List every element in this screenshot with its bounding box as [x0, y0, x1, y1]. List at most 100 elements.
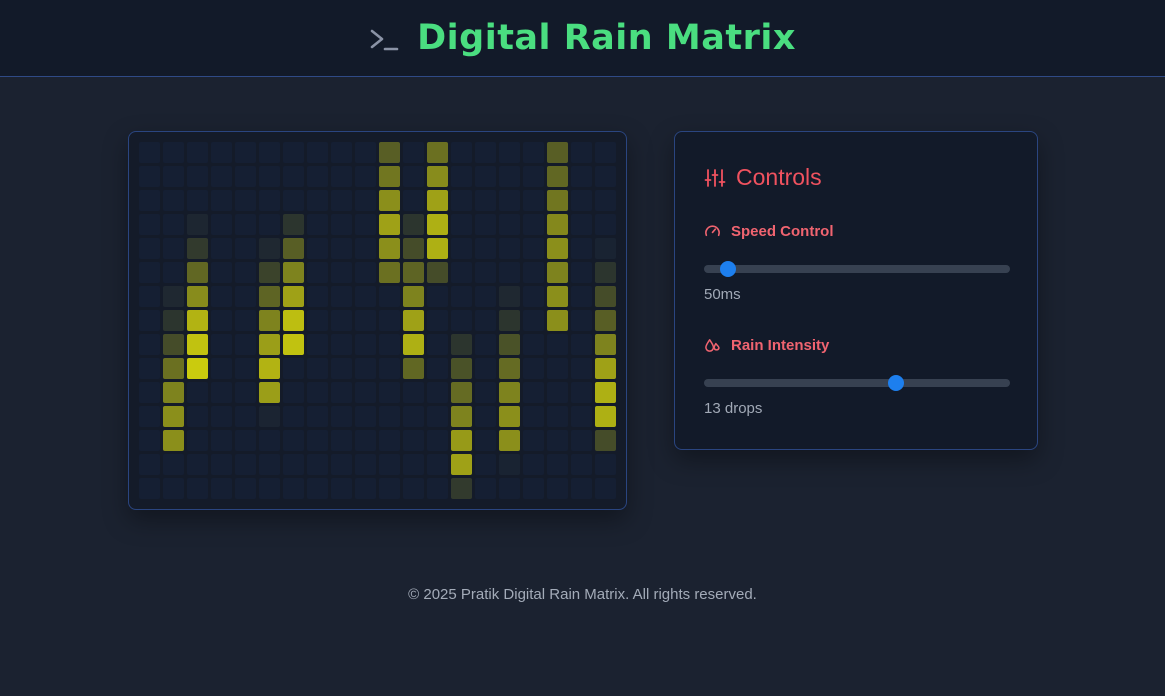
matrix-cell: [571, 214, 592, 235]
matrix-cell: [403, 166, 424, 187]
matrix-cell: [403, 190, 424, 211]
matrix-cell: [379, 478, 400, 499]
controls-title: Controls: [736, 164, 822, 190]
matrix-cell: [523, 454, 544, 475]
matrix-cell: [235, 286, 256, 307]
matrix-cell: [451, 286, 472, 307]
matrix-cell: [259, 382, 280, 403]
matrix-cell: [571, 262, 592, 283]
matrix-cell: [187, 358, 208, 379]
matrix-cell: [187, 478, 208, 499]
matrix-cell: [595, 286, 616, 307]
matrix-cell: [283, 334, 304, 355]
matrix-cell: [499, 286, 520, 307]
matrix-cell: [547, 454, 568, 475]
matrix-cell: [499, 454, 520, 475]
matrix-cell: [211, 262, 232, 283]
matrix-cell: [379, 286, 400, 307]
matrix-cell: [427, 310, 448, 331]
matrix-cell: [379, 358, 400, 379]
matrix-cell: [547, 310, 568, 331]
matrix-cell: [355, 190, 376, 211]
matrix-cell: [403, 382, 424, 403]
matrix-cell: [499, 478, 520, 499]
matrix-cell: [283, 238, 304, 259]
matrix-panel: [128, 131, 627, 510]
matrix-cell: [547, 478, 568, 499]
matrix-cell: [163, 478, 184, 499]
matrix-cell: [187, 430, 208, 451]
matrix-cell: [523, 382, 544, 403]
matrix-cell: [427, 454, 448, 475]
matrix-cell: [307, 334, 328, 355]
matrix-cell: [547, 190, 568, 211]
matrix-cell: [451, 262, 472, 283]
speed-slider-thumb[interactable]: [720, 261, 737, 277]
matrix-cell: [499, 310, 520, 331]
speed-slider[interactable]: [704, 261, 1010, 277]
matrix-cell: [403, 430, 424, 451]
matrix-cell: [355, 142, 376, 163]
matrix-cell: [595, 478, 616, 499]
matrix-cell: [259, 454, 280, 475]
matrix-cell: [235, 190, 256, 211]
matrix-cell: [499, 334, 520, 355]
matrix-cell: [571, 358, 592, 379]
matrix-cell: [235, 430, 256, 451]
matrix-cell: [163, 214, 184, 235]
matrix-cell: [355, 214, 376, 235]
rain-intensity-slider[interactable]: [704, 375, 1010, 391]
matrix-cell: [163, 454, 184, 475]
matrix-cell: [523, 166, 544, 187]
matrix-cell: [523, 142, 544, 163]
matrix-cell: [379, 406, 400, 427]
matrix-cell: [283, 214, 304, 235]
matrix-cell: [499, 406, 520, 427]
matrix-cell: [187, 454, 208, 475]
matrix-cell: [283, 286, 304, 307]
matrix-cell: [379, 190, 400, 211]
matrix-cell: [187, 142, 208, 163]
matrix-cell: [427, 214, 448, 235]
matrix-cell: [331, 382, 352, 403]
rain-intensity-value: 13 drops: [704, 400, 763, 417]
matrix-cell: [547, 406, 568, 427]
matrix-cell: [211, 358, 232, 379]
matrix-cell: [139, 190, 160, 211]
matrix-cell: [235, 334, 256, 355]
matrix-cell: [475, 166, 496, 187]
rain-intensity-slider-thumb[interactable]: [887, 375, 904, 391]
matrix-cell: [379, 262, 400, 283]
matrix-cell: [283, 406, 304, 427]
matrix-cell: [211, 310, 232, 331]
matrix-cell: [595, 166, 616, 187]
matrix-cell: [499, 358, 520, 379]
matrix-cell: [283, 142, 304, 163]
matrix-cell: [139, 334, 160, 355]
matrix-cell: [547, 358, 568, 379]
matrix-cell: [211, 334, 232, 355]
matrix-cell: [379, 166, 400, 187]
matrix-cell: [139, 310, 160, 331]
matrix-cell: [139, 142, 160, 163]
matrix-cell: [523, 406, 544, 427]
matrix-cell: [499, 142, 520, 163]
matrix-cell: [427, 166, 448, 187]
controls-panel: Controls Speed Control 50ms Rain Intensi…: [674, 131, 1038, 450]
matrix-cell: [139, 166, 160, 187]
matrix-cell: [163, 358, 184, 379]
matrix-cell: [187, 310, 208, 331]
matrix-cell: [427, 358, 448, 379]
matrix-cell: [355, 430, 376, 451]
matrix-cell: [571, 334, 592, 355]
matrix-cell: [139, 358, 160, 379]
matrix-cell: [307, 430, 328, 451]
matrix-cell: [235, 310, 256, 331]
matrix-cell: [499, 238, 520, 259]
matrix-cell: [427, 190, 448, 211]
matrix-cell: [187, 238, 208, 259]
rain-intensity-label: Rain Intensity: [731, 337, 830, 354]
matrix-cell: [595, 214, 616, 235]
sliders-icon: [704, 168, 726, 187]
matrix-cell: [403, 214, 424, 235]
